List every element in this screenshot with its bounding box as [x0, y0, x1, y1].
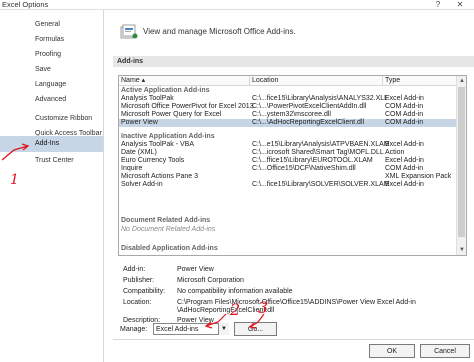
- sidebar-item-proofing[interactable]: Proofing: [0, 47, 103, 63]
- manage-label: Manage:: [120, 326, 148, 333]
- detail-addin: Add-in: Power View: [123, 265, 463, 274]
- row-location: C:\...ystem32\mscoree.dll: [252, 111, 331, 118]
- annotation-arrow-3: [248, 313, 265, 329]
- annotation-arrow-2: [204, 313, 227, 329]
- footer-divider: [113, 339, 474, 340]
- detail-label: Compatibility:: [123, 288, 166, 295]
- help-button[interactable]: ?: [430, 0, 446, 10]
- row-name: Analysis ToolPak - VBA: [121, 141, 195, 148]
- detail-label: Location:: [123, 299, 152, 306]
- row-location: C:\...ffice15\Library\EUROTOOL.XLAM: [252, 157, 373, 164]
- sidebar-item-advanced[interactable]: Advanced: [0, 92, 103, 108]
- list-row[interactable]: Inquire C:\...Office15\DCF\NativeShim.dl…: [119, 165, 456, 173]
- sidebar-item-save[interactable]: Save: [0, 62, 103, 78]
- ok-button[interactable]: OK: [369, 344, 415, 358]
- list-scrollbar[interactable]: ▲ ▼: [456, 76, 466, 255]
- list-row-selected[interactable]: Power View C:\...\AdHocReportingExcelCli…: [119, 119, 456, 127]
- scroll-up-arrow-icon[interactable]: ▲: [457, 76, 466, 86]
- scroll-thumb[interactable]: [458, 87, 465, 237]
- row-type: Excel Add-in: [385, 181, 424, 188]
- title-bar: Excel Options ? ✕: [0, 0, 474, 10]
- sidebar-item-language[interactable]: Language: [0, 77, 103, 93]
- annotation-number-2: 2: [230, 300, 241, 319]
- row-name: Microsoft Power Query for Excel: [121, 111, 222, 118]
- row-type: COM Add-in: [385, 165, 424, 172]
- row-name: Analysis ToolPak: [121, 95, 174, 102]
- annotation-number-1: 1: [10, 172, 19, 188]
- detail-label: Add-in:: [123, 266, 146, 273]
- row-name: Euro Currency Tools: [121, 157, 185, 164]
- row-location: C:\...e15\Library\Analysis\ATPVBAEN.XLAM: [252, 141, 390, 148]
- list-row[interactable]: Euro Currency Tools C:\...ffice15\Librar…: [119, 157, 456, 165]
- row-type: Excel Add-in: [385, 141, 424, 148]
- column-header-name[interactable]: Name ▴: [121, 76, 145, 86]
- list-row[interactable]: Analysis ToolPak - VBA C:\...e15\Library…: [119, 141, 456, 149]
- sidebar-item-general[interactable]: General: [0, 17, 103, 33]
- row-name: Date (XML): [121, 149, 157, 156]
- row-name: Solver Add-in: [121, 181, 163, 188]
- row-type: COM Add-in: [385, 103, 424, 110]
- row-name: Power View: [121, 119, 158, 126]
- list-row[interactable]: Microsoft Power Query for Excel C:\...ys…: [119, 111, 456, 119]
- scroll-down-arrow-icon[interactable]: ▼: [457, 245, 466, 255]
- group-header-disabled: Disabled Application Add-ins: [121, 245, 218, 252]
- row-location: C:\...\PowerPivotExcelClientAddIn.dll: [252, 103, 367, 110]
- detail-location: Location: C:\Program Files\Microsoft Off…: [123, 298, 463, 316]
- detail-compatibility: Compatibility: No compatibility informat…: [123, 287, 463, 296]
- page-heading: View and manage Microsoft Office Add-ins…: [143, 27, 296, 36]
- empty-message: No Document Related Add-ins: [121, 226, 216, 233]
- group-header-inactive: Inactive Application Add-ins: [121, 133, 215, 140]
- list-row[interactable]: Microsoft Actions Pane 3 XML Expansion P…: [119, 173, 456, 181]
- window-title: Excel Options: [2, 0, 49, 9]
- row-type: Excel Add-in: [385, 157, 424, 164]
- list-row[interactable]: Date (XML) C:\...icrosoft Shared\Smart T…: [119, 149, 456, 157]
- sidebar-item-customize-ribbon[interactable]: Customize Ribbon: [0, 111, 103, 127]
- detail-value: No compatibility information available: [177, 288, 293, 295]
- list-row[interactable]: Microsoft Office PowerPivot for Excel 20…: [119, 103, 456, 111]
- row-location: C:\...Office15\DCF\NativeShim.dll: [252, 165, 356, 172]
- row-type: XML Expansion Pack: [385, 173, 452, 180]
- detail-publisher: Publisher: Microsoft Corporation: [123, 276, 463, 285]
- list-row[interactable]: Solver Add-in C:\...fice15\Library\SOLVE…: [119, 181, 456, 189]
- list-header: Name ▴ Location Type: [119, 76, 456, 86]
- detail-value: Microsoft Corporation: [177, 277, 244, 284]
- add-ins-icon: [120, 24, 138, 39]
- detail-label: Publisher:: [123, 277, 155, 284]
- row-type: COM Add-in: [385, 111, 424, 118]
- sidebar-item-formulas[interactable]: Formulas: [0, 32, 103, 48]
- row-type: Action: [385, 149, 405, 156]
- group-header-active: Active Application Add-ins: [121, 87, 210, 94]
- cancel-button[interactable]: Cancel: [420, 344, 470, 358]
- add-ins-list[interactable]: Name ▴ Location Type Active Application …: [118, 75, 467, 256]
- close-button[interactable]: ✕: [452, 0, 468, 10]
- row-location: C:\...fice15\Library\SOLVER\SOLVER.XLAM: [252, 181, 390, 188]
- row-type: Excel Add-in: [385, 95, 424, 102]
- group-header-document: Document Related Add-ins: [121, 217, 211, 224]
- annotation-arrow-1: [1, 143, 30, 161]
- list-row[interactable]: Analysis ToolPak C:\...fice15\Library\An…: [119, 95, 456, 103]
- row-type: COM Add-in: [385, 119, 424, 126]
- row-name: Microsoft Actions Pane 3: [121, 173, 199, 180]
- row-name: Microsoft Office PowerPivot for Excel 20…: [121, 103, 254, 110]
- main-pane: View and manage Microsoft Office Add-ins…: [105, 10, 474, 362]
- column-header-location[interactable]: Location: [252, 76, 278, 86]
- detail-value: Power View: [177, 266, 214, 273]
- row-location: C:\...\AdHocReportingExcelClient.dll: [252, 119, 365, 126]
- row-location: C:\...fice15\Library\Analysis\ANALYS32.X…: [252, 95, 389, 102]
- section-title-add-ins: Add-ins: [113, 56, 474, 67]
- row-location: C:\...icrosoft Shared\Smart Tag\MOFL.DLL: [252, 149, 384, 156]
- column-header-type[interactable]: Type: [385, 76, 400, 86]
- row-name: Inquire: [121, 165, 143, 172]
